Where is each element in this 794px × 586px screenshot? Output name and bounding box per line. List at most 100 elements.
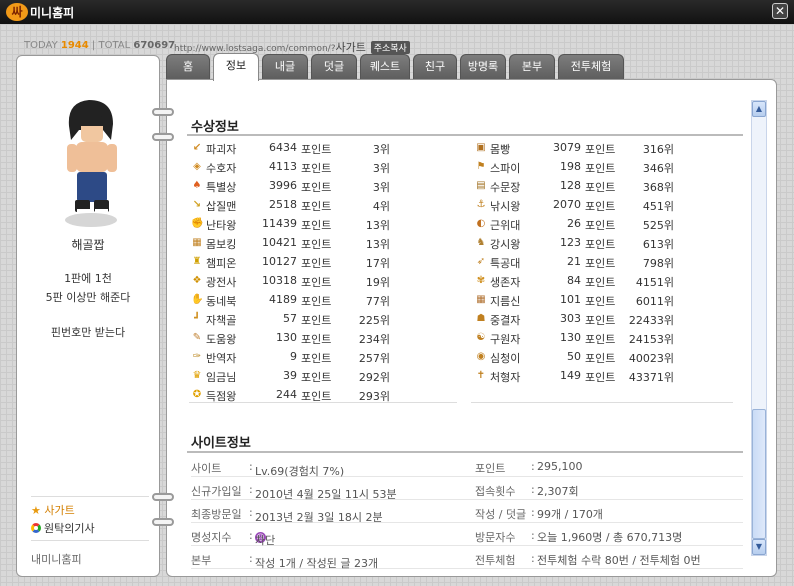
award-rank: 13위 — [365, 219, 390, 232]
site-info-value: 2013년 2월 3일 18시 2분 — [255, 511, 383, 524]
tab-quest[interactable]: 퀘스트 — [360, 54, 410, 80]
site-info-row: 신규가입일:2010년 4월 25일 11시 53분 접속횟수:2,307회 — [191, 480, 743, 501]
site-info-value: 295,100 — [537, 460, 583, 473]
scroll-down-icon[interactable]: ▼ — [752, 539, 766, 555]
award-row: ❖ 광전사 10318 포인트 19위 — [191, 273, 391, 290]
tab-battle-trial[interactable]: 전투체험 — [558, 54, 624, 80]
title-bar: 싸 미니홈피 ✕ — [0, 0, 794, 24]
scrollbar[interactable]: ▲ ▼ — [751, 100, 767, 556]
award-rank: 368위 — [642, 181, 674, 194]
award-row: ☗ 중결자 303 포인트 22433위 — [475, 311, 675, 328]
award-row: ▣ 몸빵 3079 포인트 316위 — [475, 140, 675, 157]
site-info-value: 차단 — [255, 534, 276, 547]
site-info-value: 오늘 1,960명 / 총 670,713명 — [537, 531, 683, 544]
site-info-value: 2010년 4월 25일 11시 53분 — [255, 488, 397, 501]
site-info-label: 신규가입일 — [191, 485, 242, 498]
link-sagatre-label: 사가트 — [44, 504, 75, 517]
award-rank: 4151위 — [635, 276, 674, 289]
info-panel: 수상정보 ↙ 파괴자 6434 포인트 3위 ◈ 수호자 4113 포인트 3위 ♠ 특별상 3996 포… — [166, 79, 777, 577]
site-info-value: 작성 1개 / 작성된 글 23개 — [255, 557, 379, 570]
site-info-label: 포인트 — [475, 462, 506, 475]
ring-icon — [31, 523, 41, 533]
award-rank: 613위 — [642, 238, 674, 251]
award-rank: 13위 — [365, 238, 390, 251]
award-rank: 451위 — [642, 200, 674, 213]
award-row: ↘ 삽질맨 2518 포인트 4위 — [191, 197, 391, 214]
tab-friends[interactable]: 친구 — [413, 54, 457, 80]
profile-name: 해골짭 — [71, 238, 105, 252]
award-rank: 525위 — [642, 219, 674, 232]
character-avatar — [65, 100, 117, 227]
stats-separator: | — [91, 40, 96, 51]
intro-line-3: 핀번호만 받는다 — [50, 326, 126, 339]
awards-title: 수상정보 — [191, 120, 239, 135]
award-row: ☯ 구원자 130 포인트 24153위 — [475, 330, 675, 347]
site-info-label: 전투체험 — [475, 554, 516, 567]
award-row: ♜ 챔피온 10127 포인트 17위 — [191, 254, 391, 271]
visit-stats: TODAY 1944 | TOTAL 670697 — [24, 40, 175, 51]
award-row: ✊ 난타왕 11439 포인트 13위 — [191, 216, 391, 233]
award-rank: 22433위 — [628, 314, 674, 327]
today-count: 1944 — [60, 40, 89, 51]
award-row: ▤ 수문장 128 포인트 368위 — [475, 178, 675, 195]
tab-my-posts[interactable]: 내글 — [262, 54, 308, 80]
site-info-label: 접속횟수 — [475, 485, 516, 498]
tab-home[interactable]: 홈 — [166, 54, 210, 80]
site-info-label: 본부 — [191, 554, 212, 567]
site-info-row: 명성지수: ☹ 차단 방문자수: 오늘 1,960명 / 총 670,713명 — [191, 526, 743, 547]
award-row: ✝ 처형자 149 포인트 43371위 — [475, 368, 675, 385]
award-rank: 40023위 — [628, 352, 674, 365]
site-info-label: 명성지수 — [191, 531, 232, 544]
homepage-url: http://www.lostsaga.com/common/?사가트 주소복사 — [174, 39, 410, 55]
award-rank: 798위 — [642, 257, 674, 270]
link-round-table-knight[interactable]: 원탁의기사 — [31, 520, 95, 536]
section-line — [187, 451, 743, 453]
scroll-thumb[interactable] — [752, 409, 766, 539]
link-sagatre[interactable]: ★ 사가트 — [31, 502, 75, 518]
award-row: ▦ 몸보킹 10421 포인트 13위 — [191, 235, 391, 252]
award-rank: 24153위 — [628, 333, 674, 346]
award-rank: 316위 — [642, 143, 674, 156]
award-rank: 17위 — [365, 257, 390, 270]
award-rank: 225위 — [358, 314, 390, 327]
tab-info[interactable]: 정보 — [213, 53, 259, 81]
divider — [31, 540, 149, 541]
section-line — [187, 134, 743, 136]
site-info-value: Lv.69(경험치 7%) — [255, 465, 345, 478]
tab-guestbook[interactable]: 방명록 — [460, 54, 506, 80]
copy-address-button[interactable]: 주소복사 — [370, 41, 410, 54]
url-nickname: 사가트 — [335, 41, 366, 54]
site-info-value: 99개 / 170개 — [537, 508, 603, 521]
my-minihompy-link[interactable]: 내미니홈피 — [31, 551, 82, 567]
award-row: ◐ 근위대 26 포인트 525위 — [475, 216, 675, 233]
window-title: 미니홈피 — [30, 6, 75, 20]
tab-comments[interactable]: 덧글 — [311, 54, 357, 80]
award-rank: 43371위 — [628, 371, 674, 384]
award-row: ⚑ 스파이 198 포인트 346위 — [475, 159, 675, 176]
award-row: ⚓ 낚시왕 2070 포인트 451위 — [475, 197, 675, 214]
award-row: ✎ 도움왕 130 포인트 234위 — [191, 330, 391, 347]
award-row: ↙ 파괴자 6434 포인트 3위 — [191, 140, 391, 157]
tab-hq[interactable]: 본부 — [509, 54, 555, 80]
binder-ring — [152, 133, 174, 141]
column-separator — [189, 402, 457, 403]
scroll-up-icon[interactable]: ▲ — [752, 101, 766, 117]
total-count: 670697 — [133, 40, 176, 51]
column-separator — [471, 402, 733, 403]
award-rank: 77위 — [365, 295, 390, 308]
colon: : — [249, 529, 253, 542]
intro-line-1: 1판에 1천 — [64, 272, 112, 285]
award-rank: 4위 — [372, 200, 390, 213]
award-row: ✋ 동네북 4189 포인트 77위 — [191, 292, 391, 309]
colon: : — [531, 483, 535, 496]
binder-ring — [152, 493, 174, 501]
award-rank: 3위 — [372, 181, 390, 194]
binder-ring — [152, 108, 174, 116]
site-info-value: 2,307회 — [537, 485, 579, 498]
today-label: TODAY — [24, 40, 58, 51]
award-rank: 292위 — [358, 371, 390, 384]
close-icon[interactable]: ✕ — [772, 3, 788, 19]
site-info-value: 전투체험 수락 80번 / 전투체험 0번 — [537, 554, 701, 567]
colon: : — [249, 506, 253, 519]
intro-line-2: 5판 이상만 해준다 — [45, 291, 131, 304]
